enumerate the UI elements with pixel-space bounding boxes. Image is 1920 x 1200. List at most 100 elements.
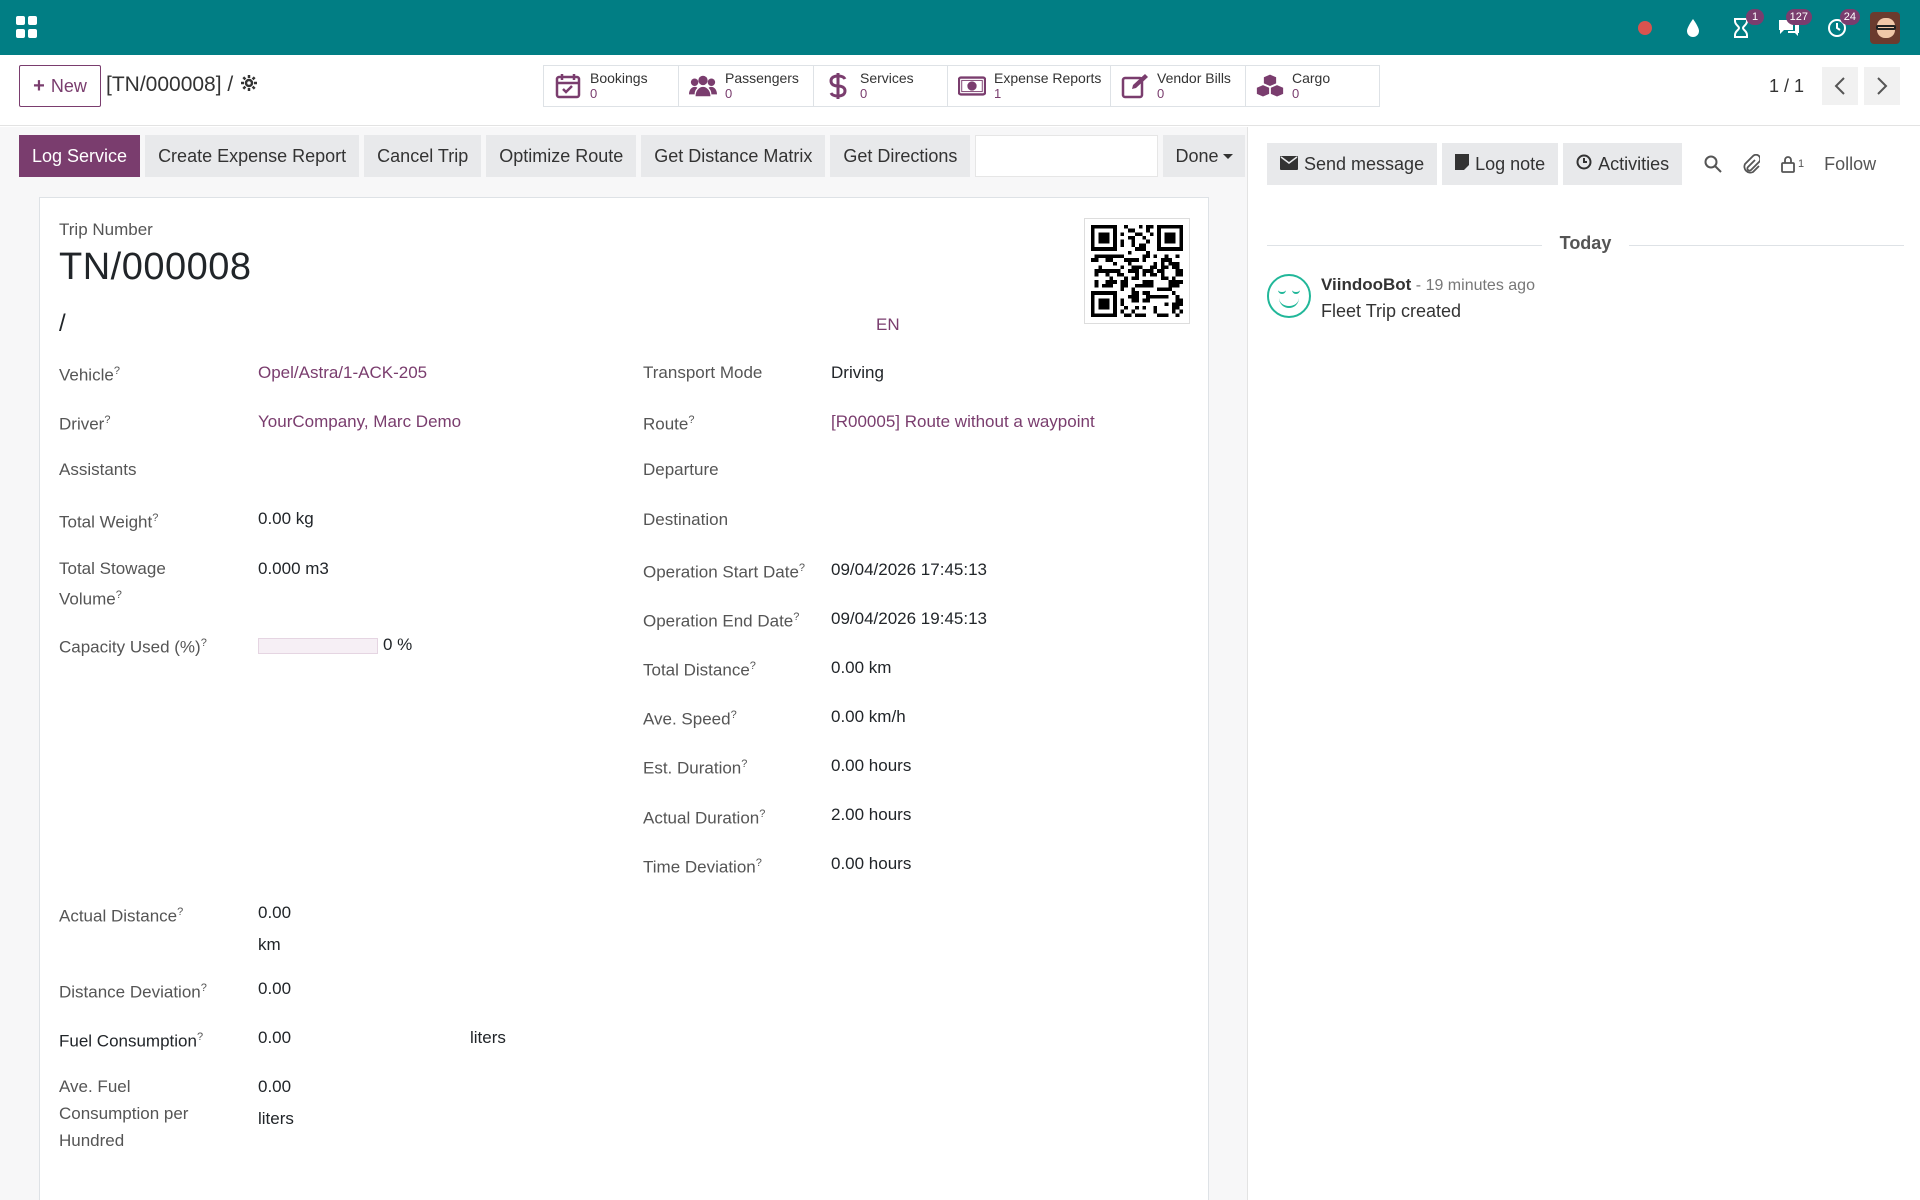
time-deviation-label: Time Deviation? — [643, 850, 762, 881]
chat-bubbles-icon[interactable]: 127 — [1774, 8, 1812, 43]
follow-button[interactable]: Follow — [1824, 154, 1876, 175]
apps-menu-icon[interactable] — [16, 16, 38, 38]
est-duration-label: Est. Duration? — [643, 751, 747, 782]
label-text: Volume — [59, 589, 116, 609]
message-author[interactable]: ViindooBot — [1321, 275, 1411, 294]
operation-end-date-value[interactable]: 09/04/2026 19:45:13 — [831, 605, 987, 632]
label-text: Actual Distance — [59, 906, 178, 926]
help-icon[interactable]: ? — [793, 611, 799, 623]
ave-speed-value: 0.00 km/h — [831, 707, 906, 726]
chatter-actions: Send message Log note Activities — [1267, 143, 1683, 185]
smart-button-cargo[interactable]: Cargo 0 — [1246, 66, 1379, 106]
clock-icon[interactable]: 24 — [1822, 8, 1860, 43]
gear-icon[interactable] — [241, 74, 258, 96]
help-icon[interactable]: ? — [750, 660, 756, 672]
sticky-note-icon — [1455, 153, 1470, 175]
actual-distance-value[interactable]: 0.00 — [258, 899, 291, 926]
smart-button-vendor-bills[interactable]: Vendor Bills 0 — [1111, 66, 1246, 106]
help-icon[interactable]: ? — [201, 637, 207, 649]
label-text: Est. Duration — [643, 758, 742, 778]
help-icon[interactable]: ? — [104, 414, 110, 426]
total-distance-label: Total Distance? — [643, 653, 756, 684]
search-icon[interactable] — [1704, 155, 1722, 173]
avatar-mouth — [1279, 298, 1299, 308]
log-service-button[interactable]: Log Service — [19, 135, 141, 177]
departure-label: Departure — [643, 456, 719, 483]
help-icon[interactable]: ? — [152, 512, 158, 524]
smart-label: Bookings — [590, 70, 648, 86]
chatter-message: ViindooBot - 19 minutes ago Fleet Trip c… — [1267, 274, 1535, 322]
label-text: Route — [643, 414, 689, 434]
trip-name-field[interactable]: / — [59, 310, 66, 338]
smart-button-expense-reports[interactable]: Expense Reports 1 — [948, 66, 1111, 106]
pager: 1 / 1 — [1769, 67, 1900, 105]
label-text: Hundred — [59, 1131, 125, 1150]
label-text: Distance Deviation — [59, 982, 201, 1002]
total-stowage-volume-value: 0.000 m3 — [258, 559, 329, 578]
chevron-left-icon[interactable] — [1822, 67, 1858, 105]
optimize-route-button[interactable]: Optimize Route — [486, 135, 637, 177]
smart-button-passengers[interactable]: Passengers 0 — [679, 66, 814, 106]
hourglass-icon[interactable]: 1 — [1726, 8, 1764, 43]
droplet-icon[interactable] — [1678, 13, 1708, 43]
help-icon[interactable]: ? — [741, 758, 747, 770]
new-button[interactable]: + New — [19, 65, 101, 107]
help-icon[interactable]: ? — [177, 906, 183, 918]
followers-lock-icon[interactable]: 1 — [1780, 155, 1804, 173]
route-label: Route? — [643, 407, 695, 438]
smart-label: Services — [860, 70, 914, 86]
help-icon[interactable]: ? — [756, 857, 762, 869]
language-toggle[interactable]: EN — [876, 315, 900, 335]
smart-button-services[interactable]: Services 0 — [814, 66, 948, 106]
help-icon[interactable]: ? — [799, 562, 805, 574]
fuel-consumption-value[interactable]: 0.00 — [258, 1024, 291, 1051]
get-distance-matrix-button[interactable]: Get Distance Matrix — [641, 135, 826, 177]
total-weight-value: 0.00 kg — [258, 509, 314, 528]
destination-label: Destination — [643, 506, 728, 533]
activities-button[interactable]: Activities — [1563, 143, 1683, 185]
help-icon[interactable]: ? — [116, 589, 122, 601]
form-sheet: Trip Number TN/000008 / EN Vehicle? Opel… — [39, 197, 1209, 1200]
log-note-button[interactable]: Log note — [1442, 143, 1559, 185]
driver-value[interactable]: YourCompany, Marc Demo — [258, 408, 461, 435]
smart-value: 0 — [1157, 86, 1165, 101]
create-expense-report-button[interactable]: Create Expense Report — [145, 135, 360, 177]
systray: 1 127 24 — [1630, 0, 1900, 55]
help-icon[interactable]: ? — [731, 709, 737, 721]
bot-avatar-icon[interactable] — [1267, 274, 1311, 318]
cancel-trip-button[interactable]: Cancel Trip — [364, 135, 482, 177]
est-duration-value: 0.00 hours — [831, 756, 912, 775]
get-directions-button[interactable]: Get Directions — [830, 135, 971, 177]
smart-label: Cargo — [1292, 70, 1331, 86]
help-icon[interactable]: ? — [114, 365, 120, 377]
help-icon[interactable]: ? — [688, 414, 694, 426]
send-message-button[interactable]: Send message — [1267, 143, 1438, 185]
user-avatar[interactable] — [1870, 11, 1900, 44]
help-icon[interactable]: ? — [201, 982, 207, 994]
help-icon[interactable]: ? — [197, 1031, 203, 1043]
operation-start-date-label: Operation Start Date? — [643, 555, 805, 586]
chatter-panel: Send message Log note Activities 1 Follo… — [1249, 127, 1920, 1200]
new-button-label: New — [50, 75, 87, 96]
paperclip-icon[interactable] — [1742, 154, 1760, 174]
caret-down-icon — [1222, 153, 1233, 159]
smart-value: 0 — [725, 86, 733, 101]
transport-mode-value[interactable]: Driving — [831, 359, 884, 386]
route-value[interactable]: [R00005] Route without a waypoint — [831, 408, 1095, 435]
control-panel: + New [TN/000008] / Bookings 0 Passengers… — [0, 55, 1920, 126]
operation-start-date-value[interactable]: 09/04/2026 17:45:13 — [831, 556, 987, 583]
trip-number-title[interactable]: TN/000008 — [59, 246, 252, 289]
record-dot-icon[interactable] — [1630, 13, 1660, 43]
vehicle-value[interactable]: Opel/Astra/1-ACK-205 — [258, 359, 427, 386]
done-status-dropdown[interactable]: Done — [1163, 135, 1245, 177]
users-icon — [689, 72, 717, 100]
total-distance-value: 0.00 km — [831, 658, 892, 677]
dollar-icon — [824, 72, 852, 100]
help-icon[interactable]: ? — [759, 808, 765, 820]
chevron-right-icon[interactable] — [1864, 67, 1900, 105]
label-text: Driver — [59, 414, 105, 434]
smart-button-bookings[interactable]: Bookings 0 — [544, 66, 679, 106]
driver-field-label: Driver? — [59, 407, 110, 438]
pager-value[interactable]: 1 / 1 — [1769, 76, 1804, 97]
label-text: Operation Start Date — [643, 562, 799, 582]
